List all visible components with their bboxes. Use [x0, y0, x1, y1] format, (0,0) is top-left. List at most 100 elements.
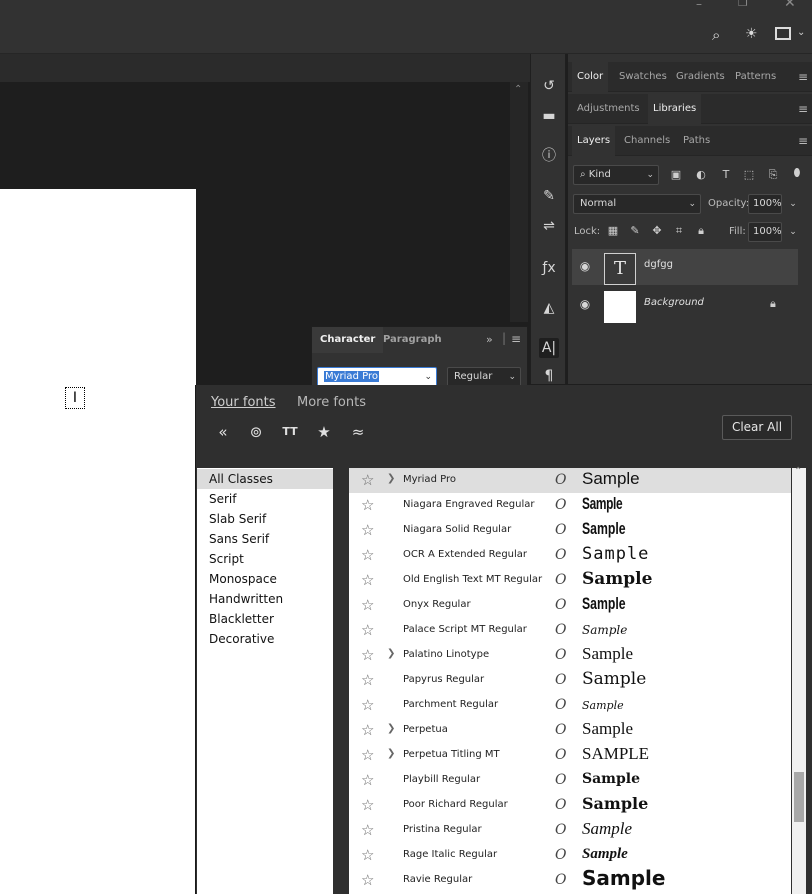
favorite-star-icon[interactable]: ☆ — [361, 547, 374, 563]
character-panel-icon[interactable]: A| — [539, 338, 559, 358]
adjustments-icon[interactable]: ⇌ — [539, 216, 559, 236]
favorite-star-icon[interactable]: ☆ — [361, 622, 374, 638]
favorite-star-icon[interactable]: ☆ — [361, 472, 374, 488]
font-list-row[interactable]: ☆ Palace Script MT Regular O Sample — [349, 618, 791, 643]
font-class-item[interactable]: Decorative — [197, 629, 333, 649]
tab-libraries[interactable]: Libraries — [648, 94, 702, 124]
panel-menu-icon[interactable]: ≡ — [798, 102, 808, 116]
tab-gradients[interactable]: Gradients — [671, 62, 730, 92]
font-style-dropdown[interactable]: Regular ⌄ — [447, 367, 521, 387]
expand-family-icon[interactable]: ❯ — [387, 473, 395, 484]
tab-character[interactable]: Character — [312, 327, 384, 353]
opacity-input[interactable]: 100% — [748, 194, 782, 214]
tab-more-fonts[interactable]: More fonts — [297, 395, 366, 410]
favorite-star-icon[interactable]: ☆ — [361, 847, 374, 863]
font-list-row[interactable]: ☆ Poor Richard Regular O Sample — [349, 793, 791, 818]
adjustment-filter-icon[interactable]: ◐ — [694, 168, 708, 182]
font-list-row[interactable]: ☆ Onyx Regular O Sample — [349, 593, 791, 618]
tab-your-fonts[interactable]: Your fonts — [211, 395, 276, 410]
favorite-star-icon[interactable]: ☆ — [361, 747, 374, 763]
font-list-row[interactable]: ☆ OCR A Extended Regular O Sample — [349, 543, 791, 568]
tab-layers[interactable]: Layers — [572, 126, 616, 156]
font-class-item[interactable]: Monospace — [197, 569, 333, 589]
font-class-item[interactable]: All Classes — [197, 469, 333, 489]
tab-channels[interactable]: Channels — [619, 126, 675, 156]
font-family-value[interactable]: Myriad Pro — [324, 371, 379, 382]
font-family-input[interactable]: Myriad Pro ⌄ — [317, 367, 437, 387]
smart-object-filter-icon[interactable]: ⎘ — [766, 168, 780, 182]
layer-name[interactable]: dgfgg — [644, 259, 673, 270]
layer-name[interactable]: Background — [644, 297, 704, 308]
font-class-item[interactable]: Slab Serif — [197, 509, 333, 529]
font-list-row[interactable]: ☆ Ravie Regular O Sample — [349, 866, 791, 893]
lock-position-icon[interactable]: ✥ — [650, 224, 664, 238]
styles-fx-icon[interactable]: ƒx — [539, 258, 559, 278]
favorite-star-icon[interactable]: ☆ — [361, 672, 374, 688]
favorite-star-icon[interactable]: ☆ — [361, 697, 374, 713]
chevron-down-icon[interactable]: ⌄ — [786, 225, 800, 239]
font-list-row[interactable]: ☆ Niagara Engraved Regular O Sample — [349, 493, 791, 518]
restore-icon[interactable]: ❐ — [738, 0, 748, 9]
favorite-star-icon[interactable]: ☆ — [361, 722, 374, 738]
blend-mode-dropdown[interactable]: Normal ⌄ — [573, 194, 701, 214]
scroll-up-icon[interactable]: ⌃ — [514, 84, 522, 95]
type-filter-icon[interactable]: T — [719, 168, 733, 182]
tab-swatches[interactable]: Swatches — [614, 62, 672, 92]
search-icon[interactable]: ⌕ — [712, 26, 720, 44]
font-list-row[interactable]: ☆ Papyrus Regular O Sample — [349, 668, 791, 693]
font-list-row[interactable]: ☆ Rage Italic Regular O Sample — [349, 843, 791, 868]
lock-all-icon[interactable]: 🔒︎ — [694, 224, 708, 238]
font-list-row[interactable]: ☆ Pristina Regular O Sample — [349, 818, 791, 843]
favorite-star-icon[interactable]: ☆ — [361, 822, 374, 838]
tab-color[interactable]: Color — [572, 62, 609, 92]
chevron-down-icon[interactable]: ⌄ — [424, 368, 432, 386]
tab-patterns[interactable]: Patterns — [730, 62, 781, 92]
panel-menu-icon[interactable]: ≡ — [798, 70, 808, 84]
favorite-star-icon[interactable]: ☆ — [361, 572, 374, 588]
tab-paths[interactable]: Paths — [678, 126, 715, 156]
favorite-star-icon[interactable]: ☆ — [361, 797, 374, 813]
lock-artboard-icon[interactable]: ⌗ — [672, 224, 686, 238]
info-icon[interactable]: ⓘ — [539, 146, 559, 166]
font-list-row[interactable]: ☆ Niagara Solid Regular O Sample — [349, 518, 791, 543]
close-icon[interactable]: ✕ — [784, 0, 796, 11]
font-list-row[interactable]: ☆ ❯ Myriad Pro O Sample — [349, 468, 791, 493]
expand-family-icon[interactable]: ❯ — [387, 748, 395, 759]
font-list-scroll-thumb[interactable] — [794, 772, 804, 822]
chevron-down-icon[interactable]: ⌄ — [797, 27, 805, 38]
visibility-eye-icon[interactable]: ◉ — [578, 297, 592, 311]
tab-paragraph[interactable]: Paragraph — [375, 327, 450, 353]
layer-row-dgfgg[interactable]: ◉ T dgfgg — [572, 249, 798, 285]
favorite-star-icon[interactable]: ☆ — [361, 772, 374, 788]
tab-adjustments[interactable]: Adjustments — [572, 94, 645, 124]
lock-pixels-icon[interactable]: ✎ — [628, 224, 642, 238]
favorite-star-icon[interactable]: ☆ — [361, 597, 374, 613]
font-class-item[interactable]: Handwritten — [197, 589, 333, 609]
creative-cloud-filter-icon[interactable]: ⊚ — [245, 421, 267, 443]
shape-icon[interactable]: ◭ — [539, 298, 559, 318]
canvas-scrollbar[interactable]: ⌃ — [510, 82, 528, 322]
document-canvas[interactable] — [0, 189, 196, 894]
panel-menu-icon[interactable]: ≡ — [798, 134, 808, 148]
font-list-row[interactable]: ☆ Old English Text MT Regular O Sample — [349, 568, 791, 593]
layer-kind-dropdown[interactable]: ⌕ Kind ⌄ — [573, 165, 659, 185]
lock-icon[interactable]: 🔒︎ — [770, 297, 776, 311]
visibility-eye-icon[interactable]: ◉ — [578, 259, 592, 273]
favorite-star-icon[interactable]: ☆ — [361, 647, 374, 663]
expand-family-icon[interactable]: ❯ — [387, 648, 395, 659]
workspace-icon[interactable] — [775, 27, 791, 40]
brush-settings-icon[interactable]: ✎ — [539, 186, 559, 206]
lightbulb-icon[interactable]: ☀ — [745, 26, 758, 42]
font-class-item[interactable]: Blackletter — [197, 609, 333, 629]
lock-transparency-icon[interactable]: ▦ — [606, 224, 620, 238]
pixel-filter-icon[interactable]: ▣ — [669, 168, 683, 182]
filter-toggle-icon[interactable]: ⬮ — [790, 166, 804, 180]
history-icon[interactable]: ↺ — [539, 76, 559, 96]
font-list-scrollbar[interactable]: ⌃ — [792, 466, 806, 894]
paragraph-panel-icon[interactable]: ¶ — [539, 366, 559, 386]
layer-row-background[interactable]: ◉ Background 🔒︎ — [572, 287, 798, 323]
font-class-item[interactable]: Sans Serif — [197, 529, 333, 549]
font-list-row[interactable]: ☆ Playbill Regular O Sample — [349, 768, 791, 793]
comments-icon[interactable]: ▬ — [539, 106, 559, 126]
font-list-row[interactable]: ☆ ❯ Perpetua O Sample — [349, 718, 791, 743]
